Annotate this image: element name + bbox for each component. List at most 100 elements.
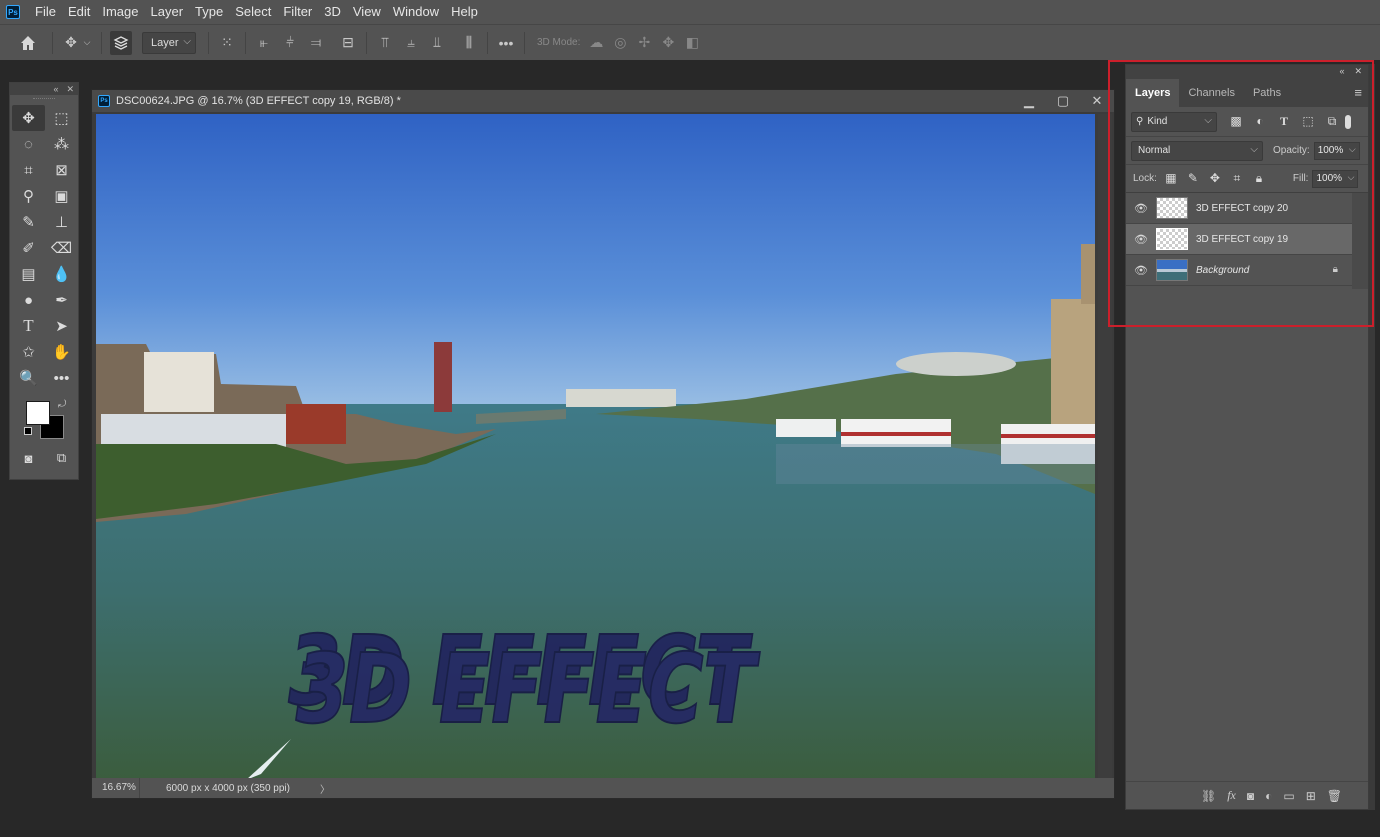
quick-mask-icon[interactable]: ◙ — [12, 445, 45, 471]
menu-layer[interactable]: Layer — [145, 0, 190, 24]
crop-tool-icon[interactable]: ⌗ — [12, 157, 45, 183]
new-layer-icon[interactable]: ⊞ — [1306, 789, 1316, 803]
marquee-tool-icon[interactable]: ⬚ — [45, 105, 78, 131]
chevron-down-icon[interactable]: ⌵ — [81, 33, 93, 53]
fx-icon[interactable]: fx — [1227, 788, 1236, 803]
minimize-icon[interactable]: ▁ — [1012, 90, 1046, 112]
align-top-icon[interactable]: ⫪ — [375, 33, 395, 53]
frame-tool-icon[interactable]: ⊠ — [45, 157, 78, 183]
menu-view[interactable]: View — [347, 0, 387, 24]
align-right-icon[interactable]: ⫤ — [306, 33, 326, 53]
align-center-icon[interactable]: ⫩ — [280, 33, 300, 53]
menu-type[interactable]: Type — [189, 0, 229, 24]
collapse-icon[interactable]: « — [1339, 66, 1344, 76]
move-tool-icon[interactable]: ✥ — [61, 33, 81, 53]
link-layers-icon[interactable]: ⛓ — [1201, 789, 1216, 803]
camera-3d-icon[interactable]: ◧ — [682, 33, 702, 53]
pan-3d-icon[interactable]: ✢ — [634, 33, 654, 53]
brush-tool-icon[interactable]: ✎ — [12, 209, 45, 235]
orbit-3d-icon[interactable]: ☁ — [586, 33, 606, 53]
zoom-level[interactable]: 16.67% — [92, 778, 140, 798]
gradient-tool-icon[interactable]: ▤ — [12, 261, 45, 287]
align-bottom-icon[interactable]: ⫫ — [427, 33, 447, 53]
auto-select-target-dropdown[interactable]: Layer ⌵ — [142, 31, 196, 54]
fill-field[interactable]: 100% ⌵ — [1312, 169, 1359, 188]
pixel-filter-icon[interactable]: ▩ — [1227, 114, 1245, 129]
foreground-color-swatch[interactable] — [26, 401, 50, 425]
align-middle-icon[interactable]: ⫨ — [401, 33, 421, 53]
collapse-icon[interactable]: « — [53, 84, 58, 94]
distribute-icon[interactable]: ⊟ — [338, 33, 358, 53]
adjustment-layer-icon[interactable]: ◐ — [1265, 789, 1272, 803]
hand-tool-icon[interactable]: ✋ — [45, 339, 78, 365]
blend-mode-dropdown[interactable]: Normal ⌵ — [1131, 140, 1263, 161]
lock-image-icon[interactable]: ✎ — [1185, 171, 1201, 186]
vertical-scrollbar[interactable] — [1098, 114, 1112, 780]
shape-filter-icon[interactable]: ⬚ — [1299, 114, 1317, 129]
close-icon[interactable]: ✕ — [1354, 66, 1362, 77]
menu-window[interactable]: Window — [387, 0, 445, 24]
menu-image[interactable]: Image — [96, 0, 144, 24]
pen-tool-icon[interactable]: ✒ — [45, 287, 78, 313]
move-tool-icon[interactable]: ✥ — [12, 105, 45, 131]
panel-menu-icon[interactable]: ≡ — [1354, 85, 1362, 100]
opacity-field[interactable]: 100% ⌵ — [1313, 141, 1360, 160]
close-icon[interactable]: ✕ — [66, 84, 74, 95]
type-tool-icon[interactable]: T — [12, 313, 45, 339]
visibility-eye-icon[interactable]: 👁︎ — [1126, 264, 1156, 277]
roll-3d-icon[interactable]: ◎ — [610, 33, 630, 53]
adjustment-filter-icon[interactable]: ◐ — [1251, 114, 1269, 129]
image-canvas[interactable]: 3D EFFECT 3D EFFECT — [96, 114, 1095, 780]
history-brush-icon[interactable]: ✐ — [12, 235, 45, 261]
maximize-icon[interactable]: ▢ — [1046, 90, 1080, 112]
lock-artboard-icon[interactable]: ⌗ — [1229, 171, 1245, 186]
layer-row[interactable]: 👁︎ 3D EFFECT copy 20 — [1126, 193, 1352, 224]
type-filter-icon[interactable]: T — [1275, 114, 1293, 129]
home-icon[interactable] — [18, 33, 38, 53]
path-select-tool-icon[interactable]: ➤ — [45, 313, 78, 339]
tab-paths[interactable]: Paths — [1244, 79, 1290, 107]
menu-edit[interactable]: Edit — [62, 0, 96, 24]
visibility-eye-icon[interactable]: 👁︎ — [1126, 202, 1156, 215]
filter-kind-dropdown[interactable]: ⚲ Kind ⌵ — [1131, 111, 1217, 132]
tab-channels[interactable]: Channels — [1179, 79, 1243, 107]
visibility-eye-icon[interactable]: 👁︎ — [1126, 233, 1156, 246]
menu-3d[interactable]: 3D — [318, 0, 347, 24]
transform-controls-icon[interactable]: ⁙ — [217, 33, 237, 53]
swap-colors-icon[interactable]: ⤾ — [58, 399, 66, 410]
chevron-right-icon[interactable]: 〉 — [320, 781, 330, 796]
stamp-tool-icon[interactable]: ⊥ — [45, 209, 78, 235]
blur-tool-icon[interactable]: 💧 — [45, 261, 78, 287]
shape-tool-icon[interactable]: ✩ — [12, 339, 45, 365]
more-options-button[interactable]: ••• — [496, 33, 516, 53]
smart-object-filter-icon[interactable]: ⧉ — [1323, 114, 1341, 129]
auto-select-icon[interactable] — [110, 30, 132, 55]
layers-scrollbar[interactable] — [1352, 193, 1368, 289]
document-title-bar[interactable]: Ps DSC00624.JPG @ 16.7% (3D EFFECT copy … — [92, 90, 1114, 112]
default-colors-icon[interactable] — [24, 427, 32, 435]
tools-grip[interactable] — [10, 95, 78, 103]
healing-tool-icon[interactable]: ▣ — [45, 183, 78, 209]
eraser-tool-icon[interactable]: ⌫ — [45, 235, 78, 261]
close-icon[interactable]: ✕ — [1080, 90, 1114, 112]
eyedropper-tool-icon[interactable]: ⚲ — [12, 183, 45, 209]
zoom-tool-icon[interactable]: 🔍 — [12, 365, 45, 391]
distribute-vertical-icon[interactable]: ⫼ — [459, 33, 479, 53]
dodge-tool-icon[interactable]: ● — [12, 287, 45, 313]
screen-mode-icon[interactable]: ⧉ — [45, 445, 78, 471]
edit-toolbar-icon[interactable]: ••• — [45, 365, 78, 391]
trash-icon[interactable]: 🗑︎ — [1327, 789, 1342, 803]
lasso-tool-icon[interactable]: ◌ — [12, 131, 45, 157]
tab-layers[interactable]: Layers — [1126, 79, 1180, 107]
add-mask-icon[interactable]: ◙ — [1247, 789, 1254, 803]
menu-file[interactable]: File — [29, 0, 62, 24]
menu-filter[interactable]: Filter — [277, 0, 318, 24]
lock-all-icon[interactable]: 🔒︎ — [1251, 171, 1267, 186]
layer-row-selected[interactable]: 👁︎ 3D EFFECT copy 19 — [1126, 224, 1352, 255]
quick-select-tool-icon[interactable]: ⁂ — [45, 131, 78, 157]
lock-position-icon[interactable]: ✥ — [1207, 171, 1223, 186]
layer-row[interactable]: 👁︎ Background 🔒︎ — [1126, 255, 1352, 286]
lock-transparent-icon[interactable]: ▦ — [1163, 171, 1179, 186]
menu-help[interactable]: Help — [445, 0, 484, 24]
align-left-icon[interactable]: ⫦ — [254, 33, 274, 53]
